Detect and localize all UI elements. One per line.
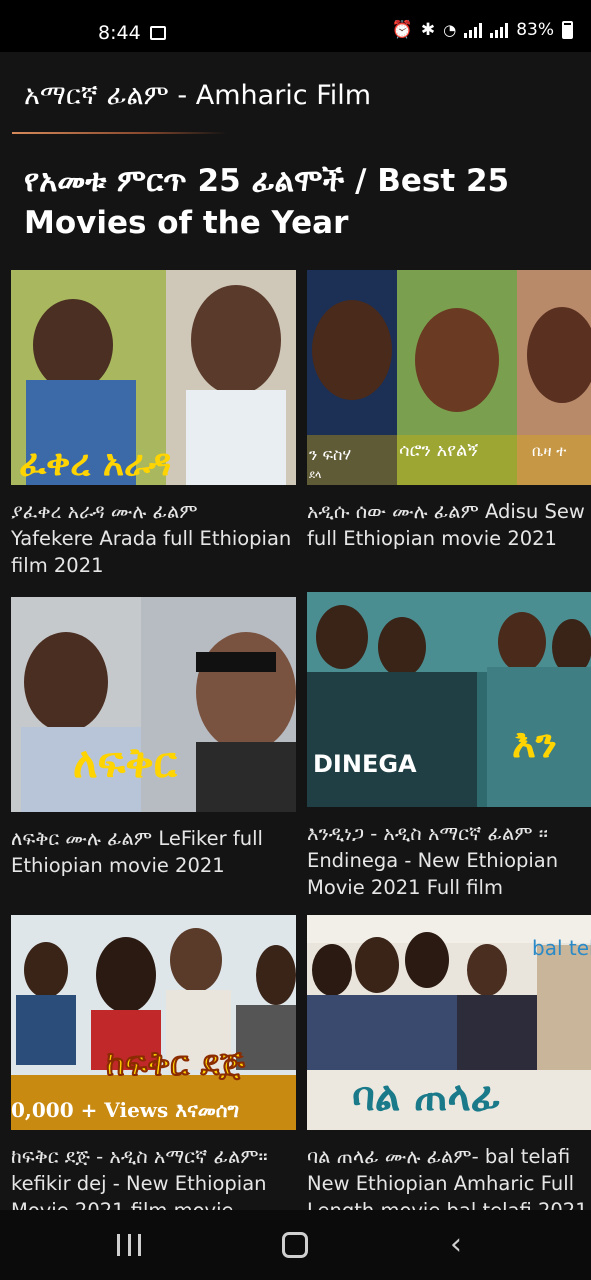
thumbnail-credit: ቤዛ ተ — [532, 442, 566, 460]
movie-thumbnail[interactable]: bal tel ባል ጠላፊ — [307, 915, 591, 1130]
status-bar: 8:44 ⏰ ✱ ◔ 83% — [0, 0, 591, 52]
movie-card[interactable]: ከፍቅር ደጅ 0,000 + Views እናመሰግ ከፍቅር ደጅ - አዲ… — [11, 915, 296, 1224]
thumbnail-credit: ደላ — [309, 468, 321, 481]
thumbnail-art: ከፍቅር ደጅ 0,000 + Views እናመሰግ — [11, 915, 296, 1130]
wifi-icon: ◔ — [443, 21, 457, 39]
movie-thumbnail[interactable]: DINEGA እን — [307, 592, 591, 807]
thumbnail-art: ን ፍስሃ ሳሮን አየልኝ ቤዛ ተ ደላ — [307, 270, 591, 485]
battery-icon — [562, 21, 573, 39]
movie-thumbnail[interactable]: ፈቀረ አራዳ — [11, 270, 296, 485]
thumbnail-title: ለፍቅር — [73, 738, 178, 787]
movie-caption[interactable]: አዲሱ ሰው ሙሉ ፊልም Adisu Sew full Ethiopian m… — [307, 498, 591, 552]
thumbnail-title: bal tel — [532, 936, 591, 960]
recents-icon[interactable] — [117, 1234, 141, 1256]
thumbnail-title: እን — [512, 721, 557, 767]
movie-thumbnail[interactable]: ለፍቅር — [11, 597, 296, 812]
status-time: 8:44 — [98, 22, 141, 44]
home-icon[interactable] — [282, 1232, 308, 1258]
thumbnail-title: ፈቀረ አራዳ — [19, 443, 171, 484]
movie-caption[interactable]: ለፍቅር ሙሉ ፊልም LeFiker full Ethiopian movie… — [11, 825, 296, 879]
thumbnail-art: ፈቀረ አራዳ — [11, 270, 296, 485]
thumbnail-subtitle: 0,000 + Views እናመሰግ — [11, 1098, 239, 1122]
battery-percent: 83% — [516, 20, 554, 40]
movie-card[interactable]: ፈቀረ አራዳ ያፈቀረ አራዳ ሙሉ ፊልም Yafekere Arada f… — [11, 270, 296, 579]
movie-caption[interactable]: እንዲነጋ - አዲስ አማርኛ ፊልም ፡፡ Endinega - New E… — [307, 820, 591, 901]
movie-card[interactable]: DINEGA እን እንዲነጋ - አዲስ አማርኛ ፊልም ፡፡ Endine… — [307, 592, 591, 901]
image-icon — [150, 26, 166, 40]
thumbnail-title: ባል ጠላፊ — [352, 1074, 500, 1120]
movie-thumbnail[interactable]: ከፍቅር ደጅ 0,000 + Views እናመሰግ — [11, 915, 296, 1130]
movie-caption[interactable]: ያፈቀረ አራዳ ሙሉ ፊልም Yafekere Arada full Ethi… — [11, 498, 296, 579]
signal-icon — [490, 22, 509, 38]
signal-icon — [464, 22, 483, 38]
app-title: አማርኛ ፊልም - Amharic Film — [24, 80, 372, 111]
movie-card[interactable]: ለፍቅር ለፍቅር ሙሉ ፊልም LeFiker full Ethiopian … — [11, 597, 296, 879]
section-title: የአመቱ ምርጥ 25 ፊልሞች / Best 25 Movies of the… — [24, 163, 510, 241]
back-icon[interactable]: ‹ — [450, 1230, 462, 1260]
movie-card[interactable]: bal tel ባል ጠላፊ ባል ጠላፊ ሙሉ ፊልም- bal telafi… — [307, 915, 591, 1224]
thumbnail-title: ከፍቅር ደጅ — [106, 1044, 245, 1084]
bluetooth-icon: ✱ — [420, 20, 436, 40]
alarm-icon: ⏰ — [391, 20, 413, 40]
thumbnail-art: DINEGA እን — [307, 592, 591, 807]
title-underline — [12, 132, 227, 134]
thumbnail-art: bal tel ባል ጠላፊ — [307, 915, 591, 1130]
thumbnail-art: ለፍቅር — [11, 597, 296, 812]
thumbnail-title: DINEGA — [313, 750, 417, 778]
movie-card[interactable]: ን ፍስሃ ሳሮን አየልኝ ቤዛ ተ ደላ አዲሱ ሰው ሙሉ ፊልም Adi… — [307, 270, 591, 552]
movie-thumbnail[interactable]: ን ፍስሃ ሳሮን አየልኝ ቤዛ ተ ደላ — [307, 270, 591, 485]
thumbnail-credit: ን ፍስሃ — [309, 445, 351, 464]
navigation-bar: ‹ — [0, 1210, 591, 1280]
app-bar: አማርኛ ፊልም - Amharic Film — [0, 52, 591, 148]
thumbnail-credit: ሳሮን አየልኝ — [399, 440, 478, 461]
